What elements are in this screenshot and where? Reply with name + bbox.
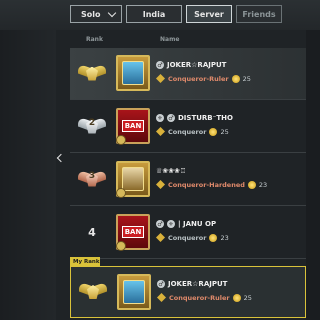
right-panel xyxy=(306,30,320,320)
left-panel xyxy=(0,30,56,320)
gender-icon: ♂ xyxy=(156,61,164,69)
level-value: 25 xyxy=(242,74,251,83)
player-name: ♕❀❀❀♖ xyxy=(156,167,187,175)
my-rank-row[interactable]: ♂ JOKER☆RAJPUT Conqueror-Ruler 25 xyxy=(70,266,306,318)
tab-friends[interactable]: Friends xyxy=(236,5,282,23)
tab-server-label: Server xyxy=(194,9,224,19)
back-button[interactable] xyxy=(56,150,66,166)
avatar[interactable] xyxy=(117,274,151,310)
rank-number: 2 xyxy=(88,117,96,128)
level-coin-icon xyxy=(247,180,256,189)
gender-icon: ♂ xyxy=(156,220,164,228)
name-header: Name xyxy=(160,36,180,43)
player-name: JOKER☆RAJPUT xyxy=(167,61,227,69)
mode-dropdown[interactable]: Solo xyxy=(70,5,122,23)
tab-friends-label: Friends xyxy=(242,9,276,19)
chevron-left-icon xyxy=(56,153,66,163)
rank-number: 4 xyxy=(88,226,96,239)
top-bar: Solo India Server Friends xyxy=(0,0,320,30)
avatar-frame-badge-icon xyxy=(116,241,126,251)
rank-emblem-gold-icon xyxy=(78,62,106,86)
table-row[interactable]: 3 ♕❀❀❀♖ Conqueror-Hardened 23 xyxy=(70,154,306,206)
player-name: JOKER☆RAJPUT xyxy=(168,280,228,288)
avatar-frame-badge-icon xyxy=(116,135,126,145)
rank-emblem-bronze-icon: 3 xyxy=(78,168,106,192)
tier-label: Conqueror-Ruler xyxy=(168,74,229,83)
level-value: 25 xyxy=(220,127,229,136)
tier-icon xyxy=(156,74,165,83)
table-row[interactable]: 4 BAN ♂ ⚜ | JANU OP Conqueror 23 xyxy=(70,207,306,259)
level-value: 23 xyxy=(220,233,229,242)
level-coin-icon xyxy=(209,233,218,242)
rank-cell: 4 xyxy=(70,207,114,258)
crest-icon: ⚜ xyxy=(156,114,164,122)
level-value: 25 xyxy=(243,293,252,302)
player-name: | JANU OP xyxy=(178,220,217,228)
tier-label: Conqueror-Hardened xyxy=(168,180,245,189)
crest-icon: ⚜ xyxy=(167,220,175,228)
level-coin-icon xyxy=(209,127,218,136)
level-coin-icon xyxy=(231,74,240,83)
tier-label: Conqueror xyxy=(168,233,207,242)
player-name: DISTURB⁻THO xyxy=(178,114,233,122)
chevron-down-icon xyxy=(107,8,117,17)
ban-badge: BAN xyxy=(121,120,145,132)
tier-icon xyxy=(156,180,165,189)
table-row[interactable]: ♂ JOKER☆RAJPUT Conqueror-Ruler 25 xyxy=(70,48,306,100)
tab-server[interactable]: Server xyxy=(186,5,232,23)
column-headers: Rank Name xyxy=(0,36,320,48)
rank-cell xyxy=(71,267,115,317)
level-value: 23 xyxy=(258,180,268,189)
filter-bar: Solo India Server Friends xyxy=(70,5,282,23)
rank-number: 3 xyxy=(88,170,96,181)
tier-icon xyxy=(157,293,166,302)
rank-header: Rank xyxy=(86,36,103,43)
avatar-frame-badge-icon xyxy=(116,188,126,198)
ban-badge: BAN xyxy=(121,226,145,238)
tier-icon xyxy=(156,127,165,136)
my-rank-tag: My Rank xyxy=(70,257,100,266)
tier-label: Conqueror xyxy=(168,127,207,136)
gender-icon: ♂ xyxy=(157,280,165,288)
tier-icon xyxy=(156,233,165,242)
rank-cell: 3 xyxy=(70,154,114,205)
tier-label: Conqueror-Ruler xyxy=(169,293,230,302)
gender-icon: ♂ xyxy=(167,114,175,122)
rank-emblem-silver-icon: 2 xyxy=(78,115,106,139)
tab-region[interactable]: India xyxy=(126,5,182,23)
mode-label: Solo xyxy=(81,9,101,19)
rank-emblem-gold-icon xyxy=(79,280,107,304)
level-coin-icon xyxy=(232,293,241,302)
table-row[interactable]: 2 BAN ⚜ ♂ DISTURB⁻THO Conqueror 25 xyxy=(70,101,306,153)
avatar[interactable] xyxy=(116,55,150,91)
rank-cell xyxy=(70,48,114,99)
rank-cell: 2 xyxy=(70,101,114,152)
tab-region-label: India xyxy=(142,9,166,19)
